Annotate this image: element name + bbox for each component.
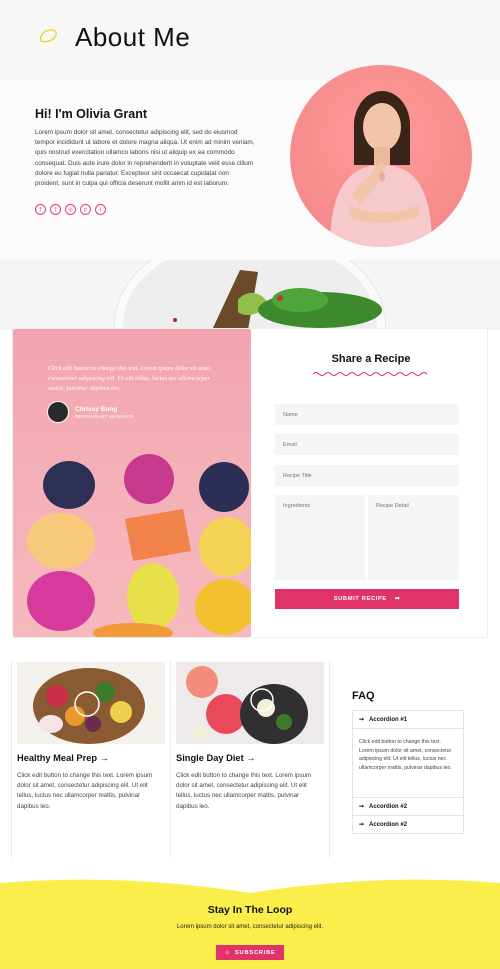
- ingredients-field[interactable]: Ingredients: [275, 495, 365, 580]
- food-illustration: [173, 270, 382, 330]
- card-title[interactable]: Single Day Diet →: [176, 753, 324, 763]
- accordion-header[interactable]: ➞ Accordion #1: [353, 711, 463, 728]
- berry-candy-illustration: [27, 454, 251, 637]
- instagram-icon[interactable]: ◎: [65, 204, 76, 215]
- share-title: Share a Recipe: [331, 353, 411, 365]
- newsletter-title: Stay In The Loop: [207, 904, 293, 916]
- blog-card-meal-prep[interactable]: Healthy Meal Prep → Click edit button to…: [17, 662, 165, 858]
- arrow-right-icon: ➞: [359, 822, 365, 828]
- tumblr-icon[interactable]: t: [95, 204, 106, 215]
- arrow-right-icon: ➞: [359, 804, 365, 810]
- accordion-label: Accordion #2: [369, 803, 408, 810]
- submit-recipe-button[interactable]: SUBMIT RECIPE ➦: [275, 589, 459, 609]
- newsletter-section: Stay In The Loop Lorem ipsum dolor sit a…: [0, 877, 500, 969]
- accordion-header[interactable]: ➞ Accordion #2: [353, 798, 463, 815]
- accordion-label: Accordion #2: [369, 821, 408, 828]
- submit-label: SUBMIT RECIPE: [333, 596, 387, 602]
- faq-section: FAQ ➞ Accordion #1 Click edit button to …: [352, 690, 464, 834]
- accordion-label: Accordion #1: [369, 716, 408, 723]
- accordion-header[interactable]: ➞ Accordion #2: [353, 816, 463, 833]
- card-divider: [170, 660, 171, 858]
- share-arrow-icon: ➦: [394, 596, 401, 602]
- email-field[interactable]: Email: [275, 434, 459, 455]
- diet-illustration: [176, 662, 324, 744]
- squiggle-divider: [313, 372, 428, 376]
- woman-illustration: [330, 91, 432, 247]
- facebook-icon[interactable]: f: [35, 204, 46, 215]
- card-divider: [329, 660, 330, 858]
- recipe-section: Click edit button to change this text. L…: [12, 328, 488, 638]
- lemon-icon: [39, 29, 57, 43]
- testimonial-panel: Click edit button to change this text. L…: [13, 329, 251, 637]
- card-text: Click edit button to change this text. L…: [17, 772, 153, 810]
- arrow-right-icon: ➞: [359, 717, 365, 723]
- header: About Me: [0, 0, 500, 80]
- meal-prep-image: [17, 662, 165, 744]
- plate-band: [0, 260, 500, 330]
- accordion-item[interactable]: ➞ Accordion #1 Click edit button to chan…: [352, 710, 464, 798]
- blog-card-single-day-diet[interactable]: Single Day Diet → Click edit button to c…: [176, 662, 324, 858]
- accordion-body: Click edit button to change this text. L…: [353, 728, 463, 797]
- accordion-item[interactable]: ➞ Accordion #2: [352, 798, 464, 816]
- social-links: f t ◎ p t: [35, 204, 106, 215]
- card-title[interactable]: Healthy Meal Prep →: [17, 753, 165, 763]
- intro-heading: Hi! I'm Olivia Grant: [35, 107, 148, 121]
- diet-image: [176, 662, 324, 744]
- name-field[interactable]: Name: [275, 404, 459, 425]
- meal-prep-illustration: [17, 662, 165, 744]
- recipe-title-field[interactable]: Recipe Title: [275, 465, 459, 486]
- share-recipe-form: Share a Recipe Name Email Recipe Title I…: [253, 329, 489, 637]
- pinterest-icon[interactable]: p: [80, 204, 91, 215]
- page-title: About Me: [75, 22, 191, 52]
- card-text: Click edit button to change this text. L…: [176, 772, 312, 810]
- intro-paragraph: Lorem ipsum dolor sit amet, consectetur …: [35, 129, 255, 188]
- card-divider: [11, 660, 12, 858]
- subscribe-button[interactable]: ☺ SUBSCRIBE: [216, 945, 284, 960]
- accordion-item[interactable]: ➞ Accordion #2: [352, 816, 464, 834]
- portrait-photo: [290, 65, 472, 247]
- twitter-icon[interactable]: t: [50, 204, 61, 215]
- subscribe-label: SUBSCRIBE: [234, 949, 276, 956]
- faq-title: FAQ: [352, 690, 375, 702]
- newsletter-text: Lorem ipsum dolor sit amet, consectetur …: [176, 924, 324, 930]
- smile-icon: ☺: [224, 949, 231, 956]
- recipe-detail-field[interactable]: Recipe Detail: [368, 495, 459, 580]
